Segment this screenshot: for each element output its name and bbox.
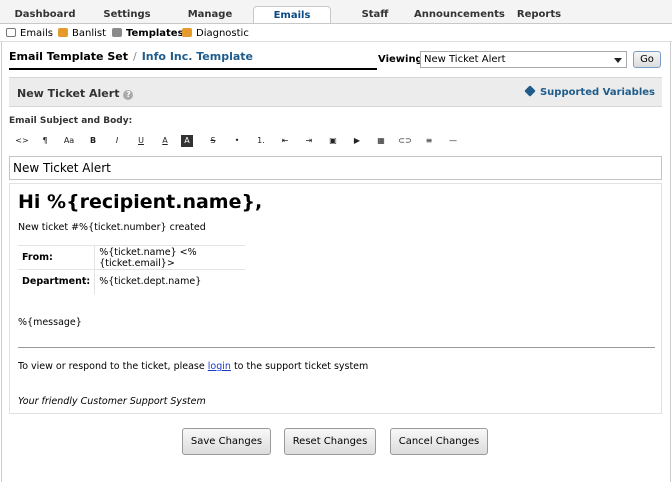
- background-color-icon[interactable]: A: [181, 135, 193, 147]
- department-value: %{ticket.dept.name}: [94, 269, 245, 294]
- save-changes-button[interactable]: Save Changes: [182, 428, 271, 455]
- body-signoff: Your friendly Customer Support System: [18, 396, 206, 407]
- top-nav: Dashboard Settings Manage Emails Staff A…: [0, 0, 672, 24]
- template-set-title: Email Template Set: [9, 50, 128, 63]
- subnav-item-templates[interactable]: Templates: [112, 27, 184, 41]
- subnav-label: Banlist: [72, 28, 107, 39]
- italic-icon[interactable]: I: [109, 133, 125, 149]
- tab-settings[interactable]: Settings: [93, 6, 161, 23]
- respond-suffix: to the support ticket system: [233, 361, 369, 372]
- bold-icon[interactable]: B: [85, 133, 101, 149]
- image-icon[interactable]: ▣: [325, 133, 341, 149]
- subject-input[interactable]: New Ticket Alert: [9, 156, 662, 180]
- sub-nav: Emails Banlist Templates Diagnostic: [0, 24, 672, 42]
- title-underline: [9, 68, 377, 70]
- outdent-icon[interactable]: ⇤: [277, 133, 293, 149]
- banlist-icon: [58, 28, 68, 37]
- body-ticket-line: New ticket #%{ticket.number} created: [18, 222, 206, 233]
- subject-body-label: Email Subject and Body:: [9, 116, 133, 126]
- tag-icon: [524, 85, 536, 97]
- subnav-label: Templates: [126, 28, 184, 39]
- subnav-label: Emails: [20, 28, 53, 39]
- nav-tabs: Dashboard Settings Manage Emails Staff A…: [0, 6, 672, 24]
- template-name-link[interactable]: Info Inc. Template: [142, 50, 253, 63]
- go-button[interactable]: Go: [633, 51, 661, 68]
- section-title-text: New Ticket Alert: [17, 87, 120, 100]
- envelope-icon: [6, 28, 16, 37]
- login-link[interactable]: login: [208, 361, 231, 372]
- tab-staff[interactable]: Staff: [347, 6, 403, 23]
- underline-icon[interactable]: U: [133, 133, 149, 149]
- reset-changes-button[interactable]: Reset Changes: [284, 428, 376, 455]
- subnav-item-banlist[interactable]: Banlist: [58, 27, 106, 41]
- diagnostic-icon: [182, 28, 192, 37]
- body-greeting: Hi %{recipient.name},: [18, 191, 263, 213]
- strikethrough-icon[interactable]: S: [205, 133, 221, 149]
- page-title: Email Template Set / Info Inc. Template: [9, 50, 253, 63]
- cancel-changes-button[interactable]: Cancel Changes: [390, 428, 488, 455]
- indent-icon[interactable]: ⇥: [301, 133, 317, 149]
- source-code-icon[interactable]: <>: [14, 133, 30, 149]
- chevron-down-icon: [614, 58, 622, 63]
- link-icon[interactable]: ⊂⊃: [397, 133, 413, 149]
- tab-manage[interactable]: Manage: [175, 6, 245, 23]
- section-header: New Ticket Alert? Supported Variables: [9, 77, 662, 107]
- department-label: Department:: [18, 269, 96, 294]
- font-size-icon[interactable]: Aa: [61, 133, 77, 149]
- horizontal-rule-icon[interactable]: —: [445, 133, 461, 149]
- subnav-item-emails[interactable]: Emails: [6, 27, 53, 41]
- tab-dashboard[interactable]: Dashboard: [8, 6, 82, 23]
- subnav-item-diagnostic[interactable]: Diagnostic: [182, 27, 249, 41]
- bullet-list-icon[interactable]: •: [229, 133, 245, 149]
- from-label: From:: [18, 245, 96, 270]
- ticket-info-table: From: %{ticket.name} <%{ticket.email}> D…: [18, 245, 245, 294]
- templates-icon: [112, 28, 122, 37]
- viewing-select[interactable]: New Ticket Alert: [420, 51, 627, 68]
- supported-variables-label: Supported Variables: [539, 87, 655, 98]
- body-respond-line: To view or respond to the ticket, please…: [18, 361, 368, 372]
- section-title: New Ticket Alert?: [17, 87, 134, 100]
- editor-toolbar: <> ¶ Aa B I U A A S • 1. ⇤ ⇥ ▣ ▶ ▦ ⊂⊃ ≡ …: [9, 131, 662, 151]
- table-row: Department: %{ticket.dept.name}: [18, 269, 245, 294]
- help-icon[interactable]: ?: [123, 90, 134, 100]
- font-color-icon[interactable]: A: [157, 133, 173, 149]
- breadcrumb-separator: /: [133, 50, 137, 63]
- email-body-editor[interactable]: Hi %{recipient.name}, New ticket #%{tick…: [9, 183, 662, 414]
- tab-emails[interactable]: Emails: [253, 6, 331, 24]
- paragraph-icon[interactable]: ¶: [37, 133, 53, 149]
- tab-reports[interactable]: Reports: [510, 6, 568, 23]
- respond-prefix: To view or respond to the ticket, please: [18, 361, 205, 372]
- body-message: %{message}: [18, 317, 82, 328]
- align-icon[interactable]: ≡: [421, 133, 437, 149]
- subnav-label: Diagnostic: [196, 28, 249, 39]
- table-icon[interactable]: ▦: [373, 133, 389, 149]
- from-value: %{ticket.name} <%{ticket.email}>: [94, 245, 245, 270]
- body-divider: [18, 347, 655, 348]
- supported-variables-link[interactable]: Supported Variables: [524, 85, 655, 98]
- table-row: From: %{ticket.name} <%{ticket.email}>: [18, 245, 245, 270]
- video-icon[interactable]: ▶: [349, 133, 365, 149]
- tab-announcements[interactable]: Announcements: [414, 6, 505, 23]
- numbered-list-icon[interactable]: 1.: [253, 133, 269, 149]
- viewing-select-value: New Ticket Alert: [424, 54, 506, 65]
